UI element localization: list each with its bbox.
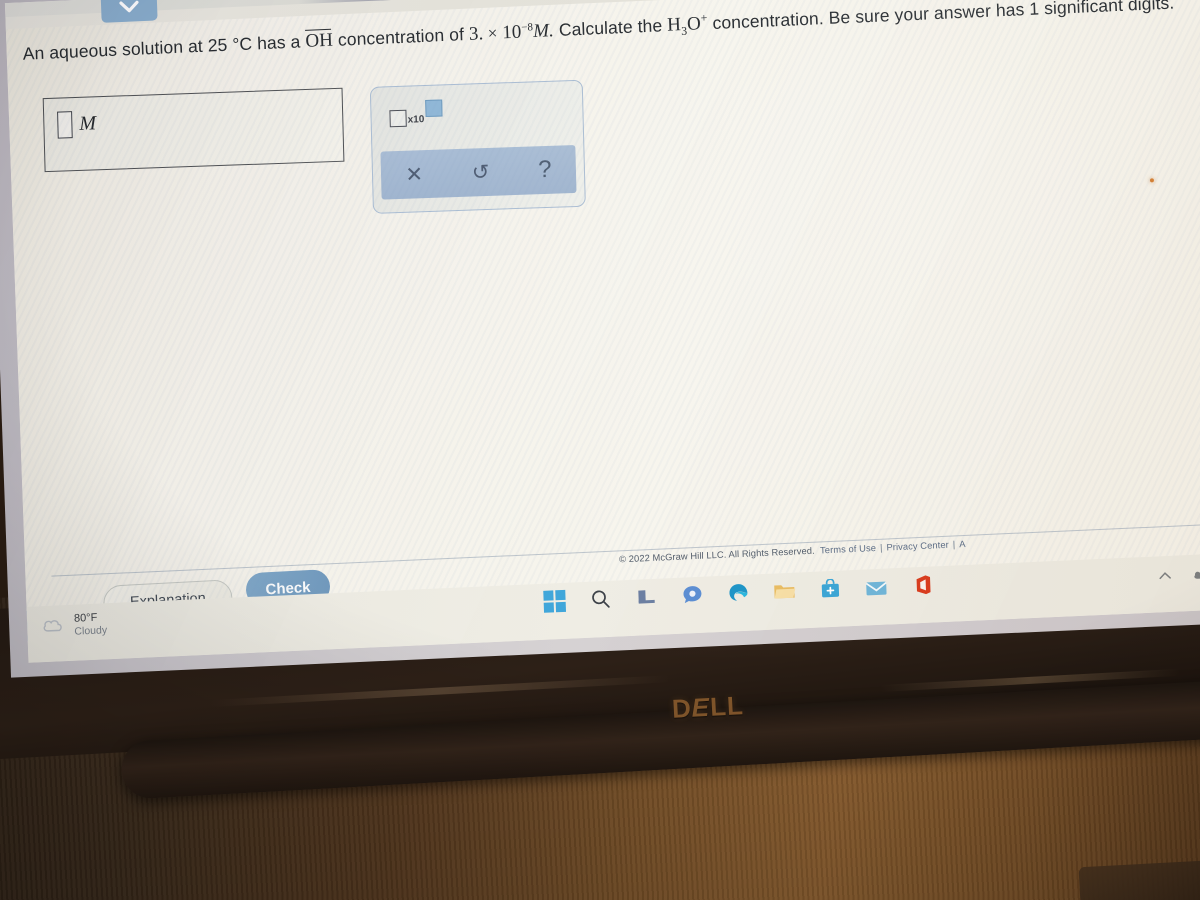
question-part-3: Calculate the [553,15,668,41]
footer-separator-1: | [879,542,883,553]
dell-brand-logo: DELL [671,690,745,724]
question-part-2: concentration of [332,23,470,50]
search-icon[interactable] [588,587,613,612]
math-palette[interactable]: x10 ✕ ↺ ? [369,79,586,214]
answer-input[interactable]: M [42,87,345,173]
office-glyph [916,575,931,595]
task-view-glyph [638,590,655,604]
answer-unit-label: M [79,112,97,135]
screen-display: An aqueous solution at 25 °C has a OH co… [4,0,1200,663]
screen-artifact-dot [1149,178,1155,183]
question-part-1: An aqueous solution at 25 °C has a [22,31,306,64]
taskbar-weather-widget[interactable]: 80°F Cloudy [41,611,108,639]
weather-text: 80°F Cloudy [74,611,108,638]
unit-molar: M. [532,20,555,43]
chevron-down-icon [119,0,139,13]
answer-placeholder-box[interactable] [57,111,73,139]
photo-scene: DELL An aqueous solution at 25 °C has a … [0,0,1200,900]
start-icon[interactable] [542,589,567,614]
microsoft-store-icon[interactable] [818,577,843,602]
power-base: 10 [501,21,522,44]
undo-button[interactable]: ↺ [471,160,489,184]
hydronium-formula: H3O+ [666,11,708,39]
folder-glyph [774,585,796,599]
tray-cloud-glyph [1194,570,1200,579]
privacy-center-link[interactable]: Privacy Center [886,540,949,553]
aleks-question-page: An aqueous solution at 25 °C has a OH co… [5,0,1200,641]
clear-button[interactable]: ✕ [405,163,423,187]
question-part-4: concentration. Be sure your answer has 1… [707,0,1175,34]
dropdown-toggle-button[interactable] [100,0,158,23]
chat-glyph [683,586,702,604]
x10-label: x10 [407,114,425,126]
task-view-icon[interactable] [634,585,659,610]
search-glyph [592,590,610,608]
weather-condition: Cloudy [74,623,108,638]
office-icon[interactable] [910,572,935,597]
answer-content: M [57,110,97,139]
cloud-icon [43,620,62,632]
store-glyph [821,578,840,598]
math-palette-top: x10 [371,81,584,154]
mail-icon[interactable] [864,574,889,599]
exponent-placeholder-box [424,99,443,118]
file-explorer-icon[interactable] [772,579,797,604]
edge-glyph [729,584,748,601]
scientific-notation-button[interactable]: x10 [389,99,443,128]
terms-of-use-link[interactable]: Terms of Use [820,543,876,555]
math-palette-actions: ✕ ↺ ? [380,144,577,200]
weather-cloud-tray-icon[interactable] [1192,564,1200,583]
help-button[interactable]: ? [538,156,552,183]
accessibility-link[interactable]: A [959,539,966,549]
show-hidden-icons-chevron-up-icon[interactable] [1156,566,1175,585]
system-tray [1156,563,1200,585]
chat-teams-icon[interactable] [680,583,705,608]
power-exponent: −8 [521,21,534,34]
mantissa-placeholder-box [389,109,407,128]
coefficient-value: 3. [468,23,484,45]
laptop-screen: An aqueous solution at 25 °C has a OH co… [0,0,1200,678]
edge-browser-icon[interactable] [726,581,751,606]
footer-separator-2: | [952,539,956,550]
mail-glyph [865,581,887,595]
chevron-up-glyph [1159,572,1171,580]
hydroxide-formula: OH [305,29,334,53]
